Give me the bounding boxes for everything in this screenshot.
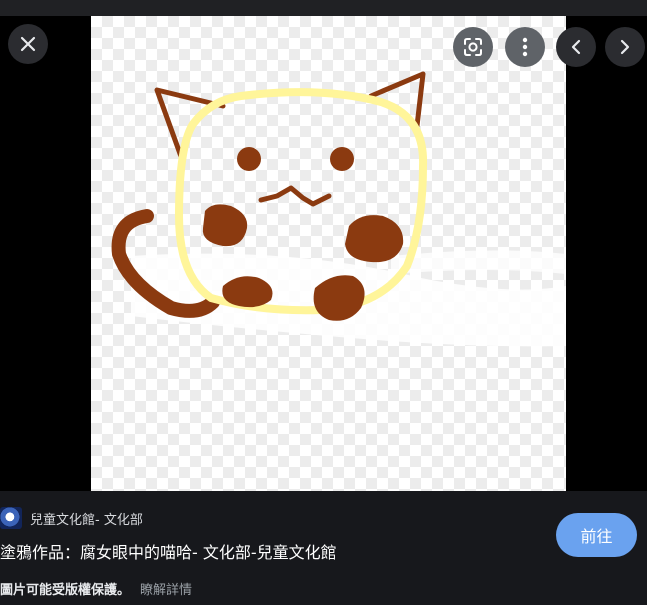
preview-image[interactable] — [91, 16, 566, 491]
learn-more-link[interactable]: 瞭解詳情 — [140, 583, 192, 598]
close-icon — [20, 36, 36, 52]
more-options-button[interactable] — [505, 27, 545, 67]
cat-drawing — [111, 71, 566, 347]
source-name[interactable]: 兒童文化館- 文化部 — [30, 509, 143, 528]
image-info-panel: 兒童文化館- 文化部 塗鴉作品：腐女眼中的喵哈- 文化部-兒童文化館 圖片可能受… — [0, 491, 647, 605]
more-vert-icon — [522, 37, 528, 57]
next-image-button[interactable] — [605, 27, 645, 67]
site-favicon — [0, 507, 22, 529]
top-bar — [0, 0, 647, 16]
google-lens-button[interactable] — [453, 27, 493, 67]
visit-button[interactable]: 前往 — [556, 513, 637, 557]
close-button[interactable] — [8, 24, 48, 64]
image-viewer — [0, 16, 647, 491]
copyright-row: 圖片可能受版權保護。 瞭解詳情 — [0, 579, 192, 598]
copyright-notice: 圖片可能受版權保護。 — [0, 583, 131, 598]
previous-image-button[interactable] — [556, 27, 596, 67]
source-row[interactable]: 兒童文化館- 文化部 — [0, 507, 143, 529]
google-lens-icon — [464, 38, 482, 56]
image-title[interactable]: 塗鴉作品：腐女眼中的喵哈- 文化部-兒童文化館 — [0, 539, 337, 563]
chevron-left-icon — [571, 39, 581, 55]
chevron-right-icon — [620, 39, 630, 55]
